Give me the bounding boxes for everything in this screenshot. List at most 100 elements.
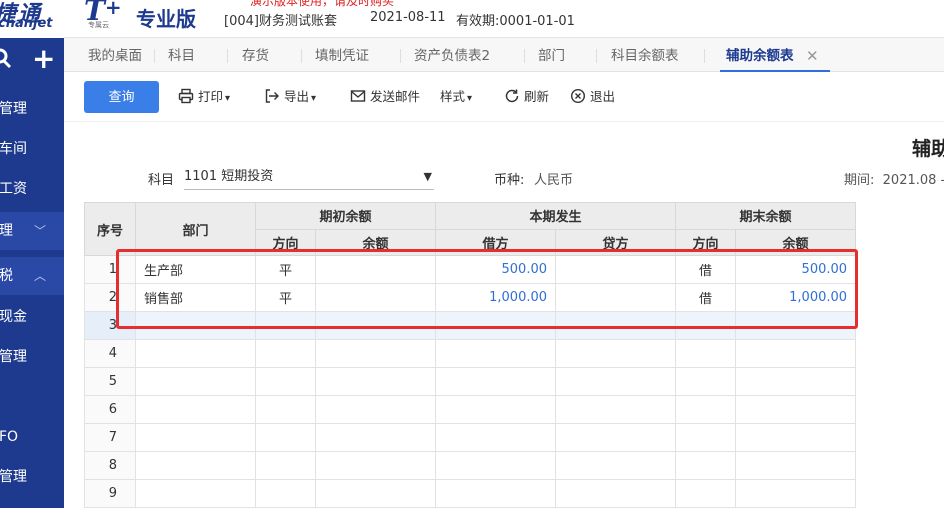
row-credit-cell[interactable] bbox=[555, 311, 677, 340]
row-close-direction-cell[interactable] bbox=[675, 339, 737, 368]
query-button[interactable]: 查询 bbox=[84, 81, 159, 113]
row-open-direction-cell[interactable]: 平 bbox=[255, 255, 316, 284]
row-debit-cell[interactable] bbox=[435, 367, 557, 396]
table-row[interactable]: 5 bbox=[84, 367, 857, 396]
row-credit-cell[interactable] bbox=[555, 395, 677, 424]
row-credit-cell[interactable] bbox=[555, 283, 677, 312]
close-icon[interactable]: ✕ bbox=[806, 38, 819, 74]
row-open-balance-cell[interactable] bbox=[314, 479, 437, 508]
row-open-balance-cell[interactable] bbox=[314, 451, 437, 480]
row-credit-cell[interactable] bbox=[555, 451, 677, 480]
tab-balance-sheet[interactable]: 资产负债表2 bbox=[414, 38, 490, 72]
row-close-direction-cell[interactable] bbox=[675, 367, 737, 396]
row-close-balance-cell[interactable] bbox=[735, 311, 857, 340]
row-dept-cell[interactable] bbox=[135, 311, 256, 340]
row-open-direction-cell[interactable]: 平 bbox=[255, 283, 316, 312]
sidebar-item-1[interactable]: 管理 bbox=[0, 90, 64, 128]
table-row[interactable]: 8 bbox=[84, 451, 857, 480]
row-seq-cell[interactable]: 8 bbox=[84, 451, 136, 480]
exit-button[interactable]: 退出 bbox=[570, 87, 615, 107]
row-dept-cell[interactable]: 生产部 bbox=[135, 255, 256, 284]
row-open-direction-cell[interactable] bbox=[255, 423, 316, 452]
sidebar-group-2[interactable]: 税 ︿ bbox=[0, 257, 64, 295]
row-close-balance-cell[interactable] bbox=[735, 479, 857, 508]
row-debit-cell[interactable] bbox=[435, 423, 557, 452]
tab-inventory[interactable]: 存货 bbox=[242, 38, 269, 72]
row-debit-cell[interactable] bbox=[435, 451, 557, 480]
row-close-balance-cell[interactable] bbox=[735, 423, 857, 452]
sidebar-item-4[interactable]: 现金 bbox=[0, 298, 64, 336]
row-open-balance-cell[interactable] bbox=[314, 339, 437, 368]
row-debit-cell[interactable] bbox=[435, 479, 557, 508]
row-credit-cell[interactable] bbox=[555, 255, 677, 284]
row-close-direction-cell[interactable] bbox=[675, 311, 737, 340]
tab-voucher[interactable]: 填制凭证 bbox=[315, 38, 369, 72]
row-seq-cell[interactable]: 5 bbox=[84, 367, 136, 396]
row-open-direction-cell[interactable] bbox=[255, 395, 316, 424]
row-dept-cell[interactable] bbox=[135, 423, 256, 452]
tab-department[interactable]: 部门 bbox=[538, 38, 565, 72]
row-close-direction-cell[interactable]: 借 bbox=[675, 255, 737, 284]
row-seq-cell[interactable]: 3 bbox=[84, 311, 136, 340]
row-seq-cell[interactable]: 6 bbox=[84, 395, 136, 424]
sidebar-group-1[interactable]: 理 ﹀ bbox=[0, 212, 64, 250]
row-seq-cell[interactable]: 1 bbox=[84, 255, 136, 284]
row-close-balance-cell[interactable] bbox=[735, 451, 857, 480]
row-debit-cell[interactable]: 500.00 bbox=[435, 255, 557, 284]
table-row[interactable]: 1 生产部平 500.00 借 500.00 bbox=[84, 255, 857, 284]
row-open-balance-cell[interactable] bbox=[314, 283, 437, 312]
sidebar-item-5[interactable]: 管理 bbox=[0, 338, 64, 376]
tab-desktop[interactable]: 我的桌面 bbox=[88, 38, 142, 72]
export-button[interactable]: 导出 ▾ bbox=[264, 87, 316, 107]
tab-subject[interactable]: 科目 bbox=[168, 38, 195, 72]
row-dept-cell[interactable] bbox=[135, 339, 256, 368]
row-dept-cell[interactable]: 销售部 bbox=[135, 283, 256, 312]
row-open-direction-cell[interactable] bbox=[255, 311, 316, 340]
row-seq-cell[interactable]: 7 bbox=[84, 423, 136, 452]
table-row[interactable]: 9 bbox=[84, 479, 857, 508]
row-open-direction-cell[interactable] bbox=[255, 367, 316, 396]
row-debit-cell[interactable] bbox=[435, 339, 557, 368]
row-open-direction-cell[interactable] bbox=[255, 479, 316, 508]
row-open-balance-cell[interactable] bbox=[314, 395, 437, 424]
add-icon[interactable]: + bbox=[32, 42, 55, 75]
row-open-balance-cell[interactable] bbox=[314, 255, 437, 284]
row-credit-cell[interactable] bbox=[555, 339, 677, 368]
row-debit-cell[interactable] bbox=[435, 395, 557, 424]
row-open-balance-cell[interactable] bbox=[314, 423, 437, 452]
row-open-direction-cell[interactable] bbox=[255, 451, 316, 480]
row-open-balance-cell[interactable] bbox=[314, 367, 437, 396]
row-debit-cell[interactable] bbox=[435, 311, 557, 340]
row-open-direction-cell[interactable] bbox=[255, 339, 316, 368]
subject-select[interactable]: 1101 短期投资 ▼ bbox=[184, 164, 434, 190]
row-close-direction-cell[interactable] bbox=[675, 423, 737, 452]
sidebar-item-2[interactable]: 车间 bbox=[0, 130, 64, 168]
row-dept-cell[interactable] bbox=[135, 367, 256, 396]
table-row[interactable]: 7 bbox=[84, 423, 857, 452]
row-close-direction-cell[interactable] bbox=[675, 479, 737, 508]
tab-subject-balance[interactable]: 科目余额表 bbox=[611, 38, 679, 72]
row-close-direction-cell[interactable]: 借 bbox=[675, 283, 737, 312]
row-credit-cell[interactable] bbox=[555, 423, 677, 452]
row-debit-cell[interactable]: 1,000.00 bbox=[435, 283, 557, 312]
sidebar-item-7[interactable]: 管理 bbox=[0, 458, 64, 496]
row-close-balance-cell[interactable] bbox=[735, 367, 857, 396]
row-close-direction-cell[interactable] bbox=[675, 395, 737, 424]
row-close-direction-cell[interactable] bbox=[675, 451, 737, 480]
table-row[interactable]: 2 销售部平 1,000.00 借 1,000.00 bbox=[84, 283, 857, 312]
row-close-balance-cell[interactable] bbox=[735, 339, 857, 368]
row-dept-cell[interactable] bbox=[135, 479, 256, 508]
row-seq-cell[interactable]: 4 bbox=[84, 339, 136, 368]
row-close-balance-cell[interactable]: 1,000.00 bbox=[735, 283, 857, 312]
sidebar-item-6[interactable]: FO bbox=[0, 418, 64, 456]
demo-warning[interactable]: 演示版本使用，请及时购买 bbox=[250, 0, 394, 9]
row-dept-cell[interactable] bbox=[135, 451, 256, 480]
refresh-button[interactable]: 刷新 bbox=[504, 87, 549, 107]
row-credit-cell[interactable] bbox=[555, 367, 677, 396]
row-close-balance-cell[interactable] bbox=[735, 395, 857, 424]
row-seq-cell[interactable]: 2 bbox=[84, 283, 136, 312]
row-dept-cell[interactable] bbox=[135, 395, 256, 424]
row-open-balance-cell[interactable] bbox=[314, 311, 437, 340]
table-row[interactable]: 4 bbox=[84, 339, 857, 368]
table-row[interactable]: 3 bbox=[84, 311, 857, 340]
